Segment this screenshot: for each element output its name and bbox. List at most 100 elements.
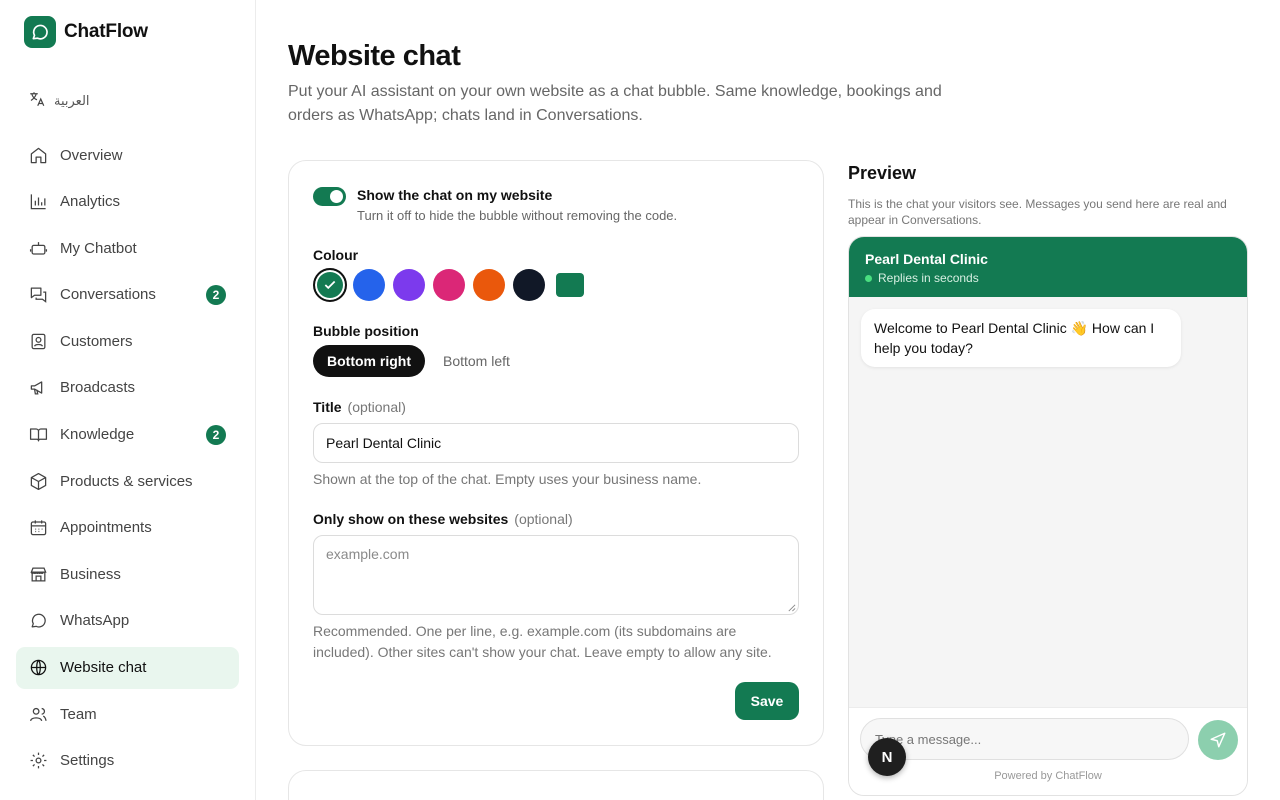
websites-label-text: Only show on these websites [313, 511, 509, 527]
toggle-label: Show the chat on my website [357, 187, 553, 203]
sidebar-item-customers[interactable]: Customers [16, 320, 239, 362]
custom-colour-picker[interactable] [556, 273, 584, 297]
globe-icon [28, 658, 48, 678]
bubble-position-toggle: Bottom right Bottom left [313, 345, 524, 377]
sidebar-item-settings[interactable]: Settings [16, 740, 239, 782]
sidebar-item-knowledge[interactable]: Knowledge 2 [16, 414, 239, 456]
team-icon [28, 704, 48, 724]
send-icon [1210, 732, 1226, 748]
title-input-value: Pearl Dental Clinic [326, 435, 442, 451]
websites-help-line: Recommended. One per line, e.g. example.… [313, 623, 737, 639]
websites-label: Only show on these websites (optional) [313, 511, 573, 527]
book-icon [28, 425, 48, 445]
websites-placeholder: example.com [326, 546, 410, 562]
websites-help: Recommended. One per line, e.g. example.… [313, 621, 772, 663]
websites-textarea[interactable]: example.com [313, 535, 799, 615]
bot-icon [28, 238, 48, 258]
sidebar-item-overview[interactable]: Overview [16, 134, 239, 176]
sidebar-item-label: Conversations [60, 286, 156, 304]
chat-header-title: Pearl Dental Clinic [865, 251, 988, 267]
chat-status-text: Replies in seconds [878, 271, 979, 285]
brand-name: ChatFlow [64, 21, 148, 42]
chat-composer: Type a message... Powered by ChatFlow [849, 707, 1247, 795]
secondary-card [288, 770, 824, 800]
chat-header: Pearl Dental Clinic Replies in seconds [849, 237, 1247, 297]
sidebar-item-label: WhatsApp [60, 612, 130, 630]
colour-swatch-purple[interactable] [393, 269, 425, 301]
sidebar-item-label: Broadcasts [60, 379, 136, 397]
position-bottom-left[interactable]: Bottom left [429, 345, 524, 377]
websites-help-line: included). Other sites can't show your c… [313, 644, 772, 660]
save-button[interactable]: Save [735, 682, 799, 720]
resize-handle-icon[interactable] [787, 603, 796, 612]
contact-icon [28, 331, 48, 351]
colour-label: Colour [313, 247, 359, 263]
calendar-icon [28, 518, 48, 538]
message-input[interactable]: Type a message... [860, 718, 1189, 760]
sidebar-item-conversations[interactable]: Conversations 2 [16, 274, 239, 316]
store-icon [28, 564, 48, 584]
box-icon [28, 471, 48, 491]
preview-description: This is the chat your visitors see. Mess… [848, 197, 1227, 227]
sidebar-item-whatsapp[interactable]: WhatsApp [16, 600, 239, 642]
bubble-position-label: Bubble position [313, 323, 419, 339]
dev-tools-badge[interactable]: N [868, 738, 906, 776]
sidebar-item-label: Settings [60, 752, 115, 770]
sidebar: ChatFlow العربية Overview Analytics My C… [0, 0, 256, 800]
optional-hint: (optional) [514, 511, 573, 527]
sidebar-item-label: Appointments [60, 519, 152, 537]
sidebar-item-label: Business [60, 565, 121, 583]
sidebar-nav: Overview Analytics My Chatbot Conversati… [16, 134, 239, 786]
send-button[interactable] [1198, 720, 1238, 760]
sidebar-item-appointments[interactable]: Appointments [16, 507, 239, 549]
count-badge: 2 [206, 284, 226, 305]
page-title: Website chat [288, 40, 461, 72]
translate-icon [28, 90, 46, 111]
sidebar-item-label: Team [60, 705, 97, 723]
colour-swatch-pink[interactable] [433, 269, 465, 301]
colour-swatch-navy[interactable] [513, 269, 545, 301]
whatsapp-icon [28, 611, 48, 631]
colour-swatches [313, 268, 592, 302]
sidebar-item-label: Products & services [60, 472, 193, 490]
title-help: Shown at the top of the chat. Empty uses… [313, 471, 702, 487]
sidebar-item-label: Knowledge [60, 426, 135, 444]
chat-bubble-icon [24, 16, 56, 48]
sidebar-item-label: My Chatbot [60, 239, 137, 257]
home-icon [28, 145, 48, 165]
powered-by: Powered by ChatFlow [994, 770, 1102, 782]
sidebar-item-my-chatbot[interactable]: My Chatbot [16, 227, 239, 269]
chat-preview: Pearl Dental Clinic Replies in seconds W… [848, 236, 1248, 796]
check-icon [324, 280, 336, 290]
language-switcher[interactable]: العربية [28, 90, 90, 111]
colour-swatch-green[interactable] [313, 268, 347, 302]
sidebar-item-website-chat[interactable]: Website chat [16, 646, 239, 689]
show-chat-toggle[interactable] [313, 187, 346, 206]
sidebar-item-label: Customers [60, 332, 133, 350]
megaphone-icon [28, 378, 48, 398]
position-bottom-right[interactable]: Bottom right [313, 345, 425, 377]
online-dot-icon [865, 274, 872, 282]
colour-swatch-orange[interactable] [473, 269, 505, 301]
colour-swatch-blue[interactable] [353, 269, 385, 301]
sidebar-item-business[interactable]: Business [16, 553, 239, 595]
sidebar-item-products-services[interactable]: Products & services [16, 460, 239, 502]
sidebar-item-label: Analytics [60, 193, 121, 211]
bar-chart-icon [28, 192, 48, 212]
language-label: العربية [54, 92, 90, 108]
page-description: Put your AI assistant on your own websit… [288, 83, 942, 124]
conversations-icon [28, 285, 48, 305]
welcome-message: Welcome to Pearl Dental Clinic 👋 How can… [861, 309, 1181, 367]
title-label-text: Title [313, 399, 342, 415]
preview-title: Preview [848, 163, 917, 183]
chat-status: Replies in seconds [865, 271, 1231, 285]
toggle-help: Turn it off to hide the bubble without r… [357, 208, 678, 223]
title-label: Title (optional) [313, 399, 406, 415]
title-input[interactable]: Pearl Dental Clinic [313, 423, 799, 463]
count-badge: 2 [206, 424, 226, 445]
sidebar-item-label: Overview [60, 146, 123, 164]
brand[interactable]: ChatFlow [24, 16, 148, 48]
sidebar-item-broadcasts[interactable]: Broadcasts [16, 367, 239, 409]
sidebar-item-team[interactable]: Team [16, 693, 239, 735]
sidebar-item-analytics[interactable]: Analytics [16, 181, 239, 223]
